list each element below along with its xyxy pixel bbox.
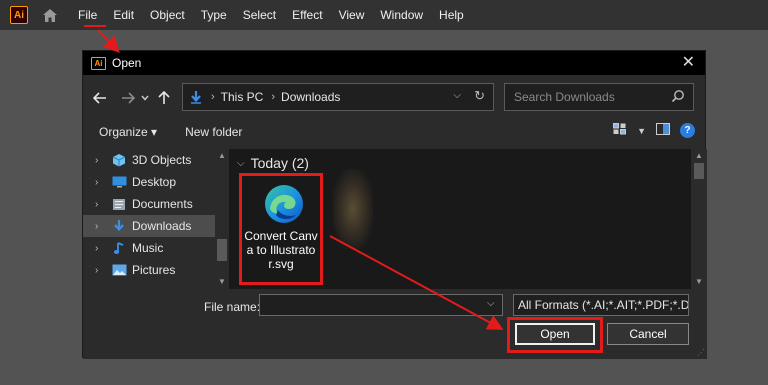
file-list-pane: ⌵ Today (2) Convert Canva to Illustrator… [229,149,707,289]
search-placeholder: Search Downloads [514,90,615,104]
illustrator-logo-icon: Ai [10,6,28,24]
group-label: Today (2) [250,155,309,171]
change-view-icon[interactable] [613,123,627,138]
dialog-footer: File name: ⌵ All Formats (*.AI;*.AIT;*.P… [83,289,707,359]
dialog-titlebar: Ai Open ✕ [83,51,705,75]
download-arrow-icon [189,89,203,105]
view-options-chevron-icon[interactable]: ▼ [637,126,646,136]
pictures-icon [111,263,127,277]
nav-item-label: Documents [132,197,193,211]
music-note-icon [111,241,127,255]
arrow-to-open-title [97,29,120,53]
breadcrumb-separator-icon: › [211,91,215,103]
expand-chevron-icon[interactable]: › [95,155,105,166]
resize-grip-icon[interactable]: ⋰ [697,348,705,357]
file-format-select[interactable]: All Formats (*.AI;*.AIT;*.PDF;*.D [513,294,689,316]
scroll-up-icon[interactable]: ▲ [695,151,703,160]
nav-item-label: Downloads [132,219,192,233]
menu-object[interactable]: Object [142,0,193,30]
nav-item-label: 3D Objects [132,153,192,167]
nav-item-desktop[interactable]: › Desktop [83,171,215,193]
back-arrow-icon[interactable] [89,87,111,109]
cube-icon [111,153,127,167]
file-name-label: Convert Canva to Illustrator.svg [244,229,318,271]
open-button[interactable]: Open [515,323,595,345]
navigation-pane: › 3D Objects › Desktop › Documents › Dow… [83,149,229,289]
collapse-chevron-icon[interactable]: ⌵ [237,158,245,169]
file-name-dropdown-chevron-icon[interactable]: ⌵ [487,298,495,309]
organize-button[interactable]: Organize ▾ [99,125,157,139]
nav-item-documents[interactable]: › Documents [83,193,215,215]
expand-chevron-icon[interactable]: › [95,199,105,210]
blurred-file-thumbnail[interactable] [333,169,373,249]
expand-chevron-icon[interactable]: › [95,177,105,188]
breadcrumb-separator-icon: › [271,91,276,103]
scroll-thumb[interactable] [217,239,227,261]
menu-select[interactable]: Select [235,0,284,30]
scroll-up-icon[interactable]: ▲ [218,151,226,160]
nav-item-label: Desktop [132,175,177,189]
expand-chevron-icon[interactable]: › [95,265,105,276]
file-name-field[interactable] [259,294,503,316]
file-format-value: All Formats (*.AI;*.AIT;*.PDF;*.D [518,298,689,312]
file-name-field-label: File name: [204,300,261,314]
menu-edit[interactable]: Edit [105,0,142,30]
nav-item-label: Music [132,241,164,255]
dialog-title: Open [112,56,142,70]
documents-icon [111,197,127,211]
recent-locations-chevron-icon[interactable] [139,87,151,109]
scroll-thumb[interactable] [694,163,704,179]
preview-pane-icon[interactable] [656,123,670,138]
address-row: › This PC › Downloads ⌵ ↻ Search Downloa… [83,83,707,113]
nav-item-3d-objects[interactable]: › 3D Objects [83,149,215,171]
group-header-today[interactable]: ⌵ Today (2) [237,155,309,171]
nav-scrollbar[interactable]: ▲ ▼ [215,149,229,289]
scroll-down-icon[interactable]: ▼ [218,277,226,286]
cancel-button[interactable]: Cancel [607,323,689,345]
new-folder-button[interactable]: New folder [185,125,242,139]
search-input[interactable]: Search Downloads [504,83,694,111]
nav-item-downloads[interactable]: › Downloads [83,215,215,237]
scroll-down-icon[interactable]: ▼ [695,277,703,286]
forward-arrow-icon[interactable] [117,87,139,109]
file-menu-annotation-underline [84,25,106,27]
illustrator-logo-icon: Ai [91,56,106,70]
address-dropdown-chevron-icon[interactable]: ⌵ [453,90,461,101]
app-menubar: Ai File Edit Object Type Select Effect V… [0,0,768,30]
menu-view[interactable]: View [331,0,373,30]
expand-chevron-icon[interactable]: › [95,243,105,254]
nav-item-music[interactable]: › Music [83,237,215,259]
up-arrow-icon[interactable] [153,87,175,109]
desktop-icon [111,175,127,189]
help-icon[interactable]: ? [680,123,695,138]
menu-items: File Edit Object Type Select Effect View… [74,0,472,30]
menu-window[interactable]: Window [372,0,431,30]
nav-item-label: Pictures [132,263,176,277]
expand-chevron-icon[interactable]: › [95,221,105,232]
dialog-toolbar: Organize ▾ New folder ▼ ? [83,119,707,145]
menu-help[interactable]: Help [431,0,472,30]
close-icon[interactable]: ✕ [682,54,695,72]
download-arrow-icon [111,219,127,233]
menu-type[interactable]: Type [193,0,235,30]
search-icon [671,89,685,106]
edge-icon [265,185,303,223]
refresh-icon[interactable]: ↻ [474,88,485,104]
breadcrumb-downloads[interactable]: Downloads [281,90,340,104]
home-icon[interactable] [40,5,60,25]
dialog-content: › 3D Objects › Desktop › Documents › Dow… [83,149,707,289]
address-bar[interactable]: › This PC › Downloads ⌵ ↻ [182,83,494,111]
open-dialog: Ai Open ✕ › This PC › Downloads ⌵ ↻ Sear… [82,50,707,359]
file-scrollbar[interactable]: ▲ ▼ [691,149,707,289]
menu-effect[interactable]: Effect [284,0,330,30]
view-controls: ▼ ? [613,123,695,138]
file-item-convert-canva[interactable]: Convert Canva to Illustrator.svg [239,173,323,285]
nav-item-pictures[interactable]: › Pictures [83,259,215,281]
breadcrumb-this-pc[interactable]: This PC [221,90,264,104]
